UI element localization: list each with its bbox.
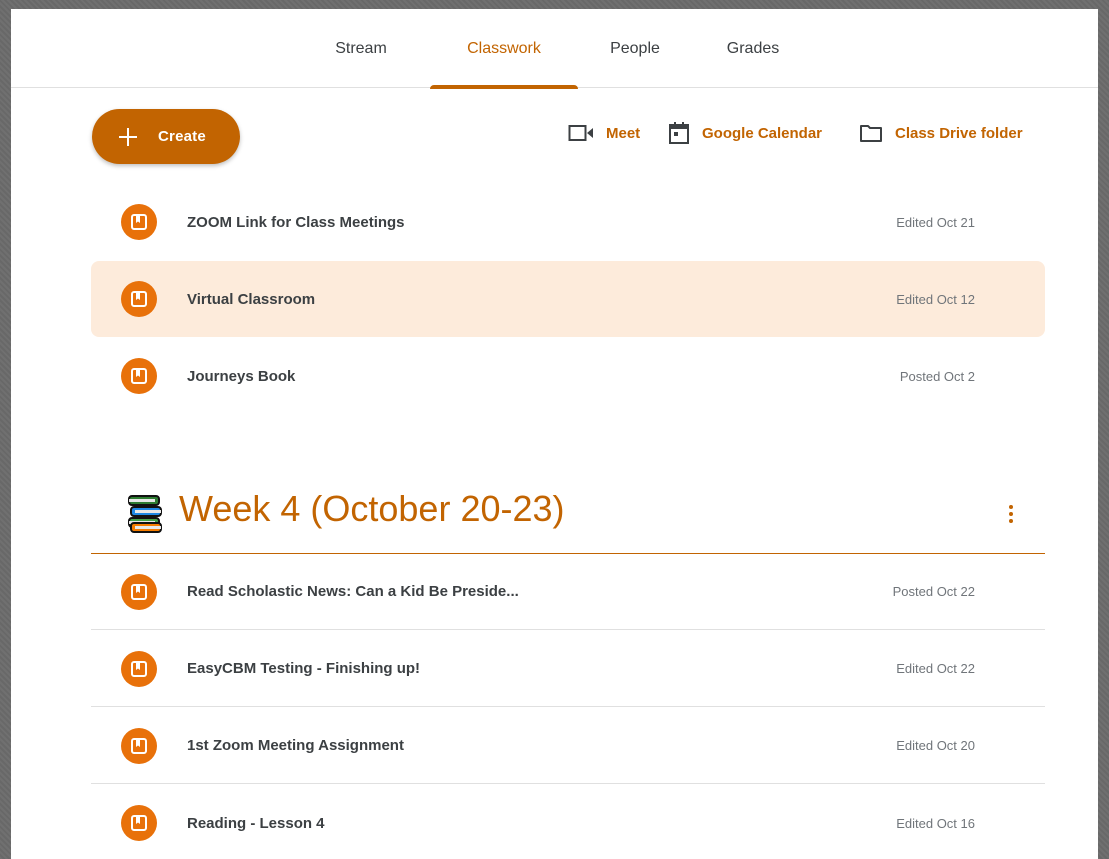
list-item[interactable]: 1st Zoom Meeting Assignment Edited Oct 2…	[91, 708, 1045, 784]
folder-icon	[860, 125, 882, 142]
tab-people-label: People	[610, 39, 660, 57]
item-title: EasyCBM Testing - Finishing up!	[187, 660, 421, 677]
video-camera-icon	[568, 125, 593, 141]
more-options-icon[interactable]	[999, 498, 1023, 530]
item-timestamp: Posted Oct 2	[899, 368, 975, 384]
tab-grades-label: Grades	[726, 39, 780, 57]
create-button-label: Create	[158, 128, 206, 145]
tab-stream-label: Stream	[335, 39, 387, 57]
books-emoji-icon	[128, 495, 162, 533]
plus-icon	[116, 125, 140, 149]
calendar-icon	[669, 122, 689, 144]
list-item[interactable]: EasyCBM Testing - Finishing up! Edited O…	[91, 631, 1045, 707]
list-item[interactable]: Read Scholastic News: Can a Kid Be Presi…	[91, 554, 1045, 630]
topic-header: Week 4 (October 20-23)	[91, 474, 1045, 554]
meet-link-label: Meet	[606, 124, 641, 142]
tab-people[interactable]: People	[597, 9, 673, 88]
list-item[interactable]: ZOOM Link for Class Meetings Edited Oct …	[91, 184, 1045, 260]
active-tab-indicator	[430, 85, 578, 89]
material-icon	[121, 728, 157, 764]
item-timestamp: Edited Oct 12	[896, 291, 975, 307]
tab-stream[interactable]: Stream	[321, 9, 401, 88]
item-title: Read Scholastic News: Can a Kid Be Presi…	[187, 583, 519, 600]
material-icon	[121, 204, 157, 240]
tab-classwork[interactable]: Classwork	[430, 9, 578, 89]
item-timestamp: Edited Oct 21	[896, 214, 975, 230]
tab-grades[interactable]: Grades	[713, 9, 793, 88]
item-timestamp: Edited Oct 22	[896, 661, 975, 676]
item-timestamp: Edited Oct 20	[896, 738, 975, 753]
google-calendar-link-label: Google Calendar	[702, 124, 823, 142]
google-calendar-link[interactable]: Google Calendar	[668, 119, 822, 147]
list-item[interactable]: Reading - Lesson 4 Edited Oct 16	[91, 785, 1045, 859]
item-title: Virtual Classroom	[187, 290, 316, 308]
material-icon	[121, 574, 157, 610]
material-icon	[121, 358, 157, 394]
item-timestamp: Edited Oct 16	[896, 815, 975, 831]
class-drive-folder-link[interactable]: Class Drive folder	[859, 119, 1023, 147]
list-item[interactable]: Virtual Classroom Edited Oct 12	[91, 261, 1045, 337]
meet-link[interactable]: Meet	[568, 119, 640, 147]
item-title: 1st Zoom Meeting Assignment	[187, 737, 404, 754]
item-title: Journeys Book	[187, 367, 296, 385]
top-nav: Stream Classwork People Grades	[11, 9, 1098, 89]
tab-classwork-label: Classwork	[467, 39, 541, 57]
class-drive-folder-link-label: Class Drive folder	[895, 124, 1023, 142]
item-title: Reading - Lesson 4	[187, 814, 325, 832]
list-item[interactable]: Journeys Book Posted Oct 2	[91, 338, 1045, 414]
topic-title: Week 4 (October 20-23)	[179, 488, 565, 529]
material-icon	[121, 805, 157, 841]
item-timestamp: Posted Oct 22	[892, 584, 975, 599]
create-button[interactable]: Create	[92, 109, 240, 164]
item-title: ZOOM Link for Class Meetings	[187, 213, 405, 231]
material-icon	[121, 281, 157, 317]
classroom-window: Stream Classwork People Grades Create Me…	[11, 9, 1098, 859]
material-icon	[121, 651, 157, 687]
